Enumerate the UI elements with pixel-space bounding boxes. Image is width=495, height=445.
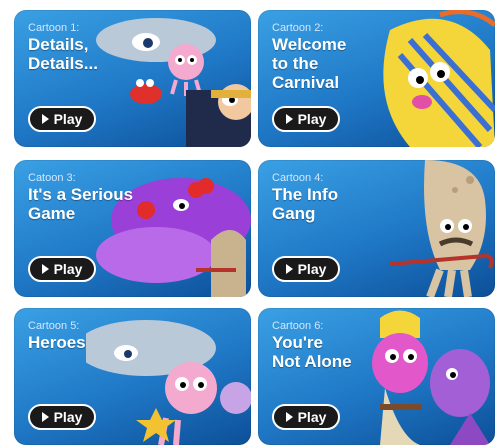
cartoon-title-line: Heroes — [28, 333, 86, 352]
cartoon-card-6[interactable]: Cartoon 6: You're Not Alone Play — [258, 308, 495, 445]
cartoon-card-3[interactable]: Catoon 3: It's a Serious Game Play — [14, 160, 251, 297]
cartoon-title-line: Not Alone — [272, 352, 352, 371]
play-button[interactable]: Play — [28, 106, 96, 132]
play-button[interactable]: Play — [272, 256, 340, 282]
play-button[interactable]: Play — [28, 256, 96, 282]
cartoon-number-label: Cartoon 6: — [272, 320, 324, 332]
cartoon-title-line: to the — [272, 54, 319, 73]
cartoon-number-label: Cartoon 4: — [272, 172, 324, 184]
play-icon — [285, 412, 293, 422]
play-button-label: Play — [53, 409, 83, 425]
play-button-label: Play — [53, 111, 83, 127]
play-button-label: Play — [297, 111, 327, 127]
play-button-label: Play — [297, 261, 327, 277]
cartoon-number-label: Cartoon 5: — [28, 320, 80, 332]
cartoon-number-label: Cartoon 1: — [28, 22, 80, 34]
cartoon-card-5[interactable]: Cartoon 5: Heroes Play — [14, 308, 251, 445]
play-icon — [41, 412, 49, 422]
play-button-label: Play — [53, 261, 83, 277]
cartoon-title-line: Details, — [28, 35, 89, 54]
cartoon-title-line: Gang — [272, 204, 316, 223]
play-button[interactable]: Play — [272, 106, 340, 132]
cartoon-card-1[interactable]: Cartoon 1: Details, Details... Play — [14, 10, 251, 147]
cartoon-title-line: You're — [272, 333, 323, 352]
cartoon-title-line: The Info — [272, 185, 339, 204]
play-button[interactable]: Play — [272, 404, 340, 430]
cartoon-card-4[interactable]: Cartoon 4: The Info Gang Play — [258, 160, 495, 297]
cartoon-title-line: Carnival — [272, 73, 340, 92]
cartoon-title-line: Game — [28, 204, 76, 223]
play-button[interactable]: Play — [28, 404, 96, 430]
cartoon-title-line: It's a Serious — [28, 185, 134, 204]
cartoon-title-line: Welcome — [272, 35, 347, 54]
cartoon-card-2[interactable]: Cartoon 2: Welcome to the Carnival Play — [258, 10, 495, 147]
play-icon — [285, 264, 293, 274]
cartoon-number-label: Cartoon 2: — [272, 22, 324, 34]
play-button-label: Play — [297, 409, 327, 425]
cartoon-number-label: Catoon 3: — [28, 172, 76, 184]
cartoon-title-line: Details... — [28, 54, 98, 73]
play-icon — [41, 264, 49, 274]
play-icon — [285, 114, 293, 124]
play-icon — [41, 114, 49, 124]
